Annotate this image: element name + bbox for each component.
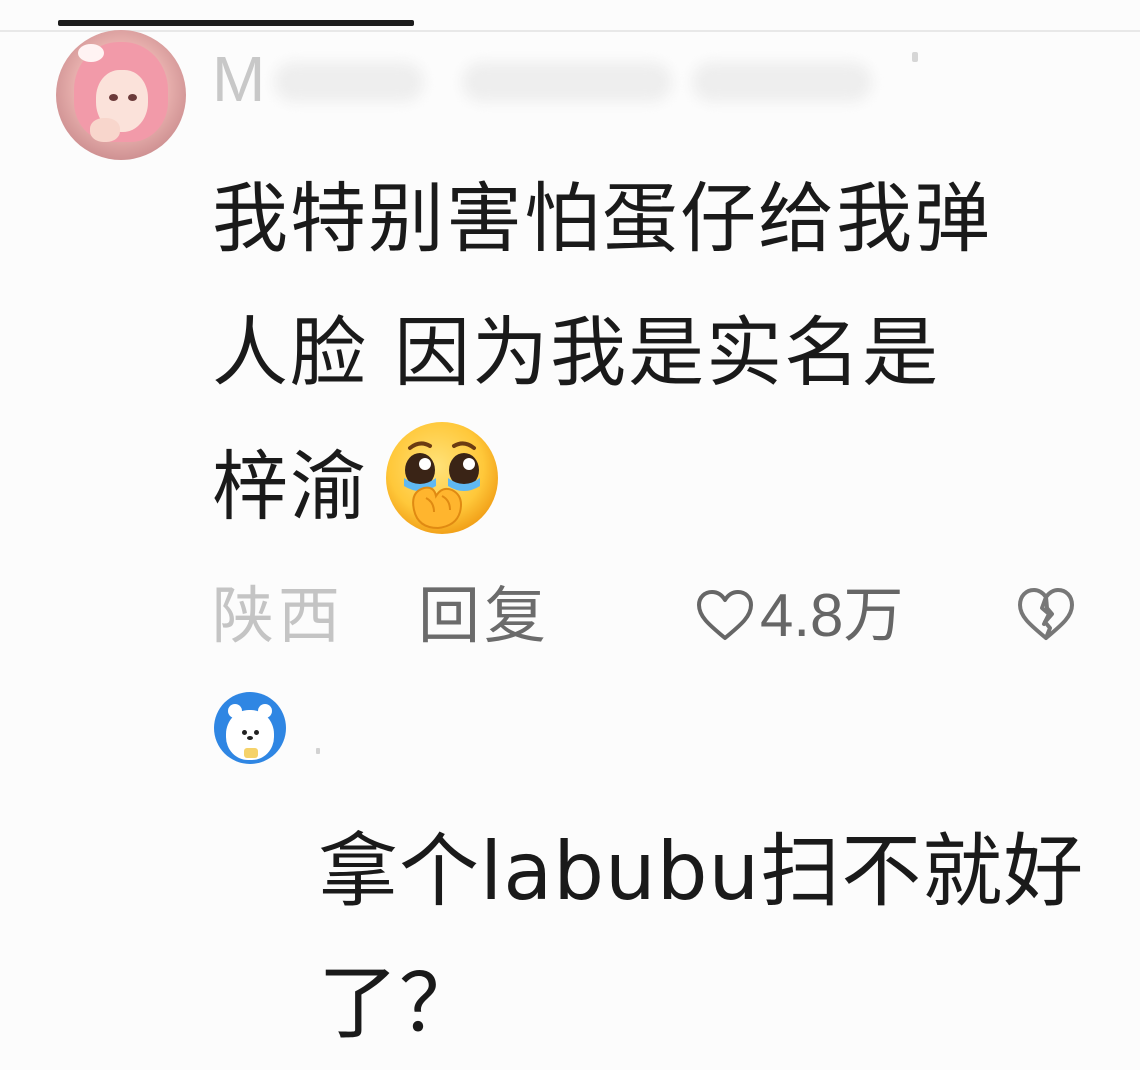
- avatar-eye: [109, 94, 118, 101]
- reply-text-line: 了？: [318, 957, 480, 1050]
- dislike-button[interactable]: [1016, 584, 1076, 644]
- avatar-bear-eye: [242, 730, 247, 735]
- username-blur-mask: [462, 62, 672, 102]
- reply-text-line: 拿个labubu扫不就好: [318, 825, 1085, 918]
- username[interactable]: M: [212, 44, 952, 114]
- like-count: 4.8万: [760, 582, 904, 649]
- reply-avatar[interactable]: [214, 692, 286, 764]
- username-visible-letter: M: [212, 44, 266, 114]
- avatar-hair-bow: [78, 44, 104, 62]
- active-tab-indicator: [58, 20, 414, 26]
- heart-outline-icon: [697, 590, 753, 640]
- broken-heart-icon: [1018, 588, 1074, 640]
- comment-thread: M 我特别害怕蛋仔给我弹 人脸 因为我是实名是 梓渝 陕西 回复 4.8万 拿个…: [0, 0, 1140, 1050]
- like-button[interactable]: 4.8万: [696, 576, 903, 656]
- comment-text-fragment: 梓渝: [212, 442, 368, 531]
- reply-text: 拿个labubu扫不就好 了？: [318, 806, 1118, 1070]
- username-blur-mask: [692, 62, 872, 102]
- comment-text: 我特别害怕蛋仔给我弹 人脸 因为我是实名是 梓渝: [212, 152, 1092, 554]
- avatar-eye: [128, 94, 137, 101]
- face-holding-back-tears-icon: [380, 418, 504, 542]
- avatar-bear-eye: [254, 730, 259, 735]
- comment-text-line: 梓渝: [212, 420, 1092, 554]
- username-blur-mask: [274, 62, 424, 102]
- comment-text-line: 人脸 因为我是实名是: [212, 308, 941, 397]
- comment-meta: 陕西 回复 4.8万: [212, 576, 1092, 656]
- avatar[interactable]: [56, 30, 186, 160]
- location-label: 陕西: [212, 579, 345, 652]
- comment-text-line: 我特别害怕蛋仔给我弹: [212, 174, 992, 263]
- avatar-bear-item: [244, 748, 258, 758]
- divider: [0, 30, 1140, 32]
- reply-button[interactable]: 回复: [418, 576, 550, 656]
- avatar-bear-nose: [247, 736, 253, 740]
- reply-username-blur-mask: [316, 748, 320, 754]
- avatar-hand: [90, 118, 120, 142]
- username-blur-mask: [912, 52, 918, 62]
